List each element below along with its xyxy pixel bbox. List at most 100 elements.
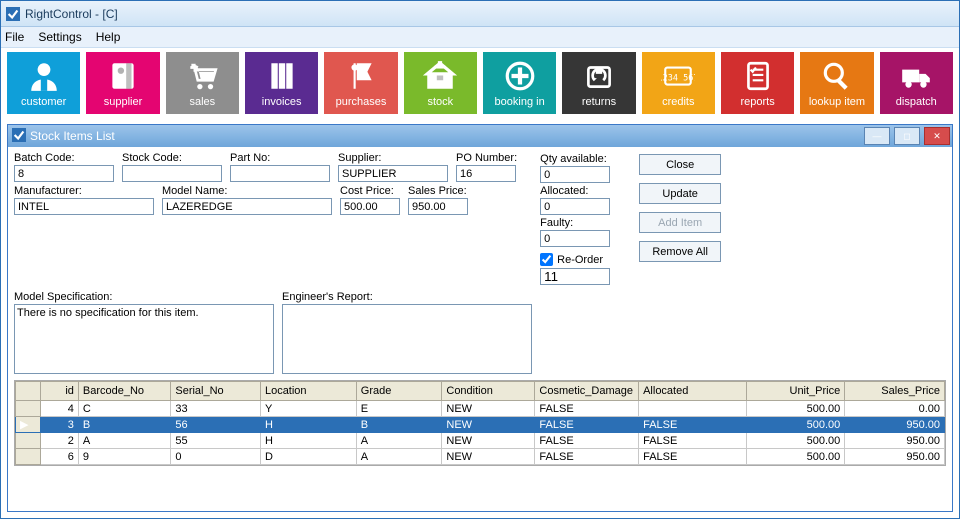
faulty-input[interactable] — [540, 230, 610, 247]
cell-Location: H — [260, 433, 356, 449]
app-icon — [6, 7, 20, 21]
cell-Serial_No: 0 — [171, 449, 261, 465]
supplier-button[interactable]: supplier — [86, 52, 159, 114]
ponum-input[interactable] — [456, 165, 516, 182]
dispatch-icon — [899, 58, 933, 94]
cell-Grade: A — [356, 433, 442, 449]
credits-button-label: credits — [662, 96, 694, 108]
engreport-label: Engineer's Report: — [282, 291, 532, 303]
returns-button[interactable]: returns — [562, 52, 635, 114]
window-title: RightControl - [C] — [25, 7, 118, 21]
table-row[interactable]: 4C33YENEWFALSE500.000.00 — [16, 401, 945, 417]
lookup-icon — [820, 58, 854, 94]
stock-table[interactable]: idBarcode_NoSerial_NoLocationGradeCondit… — [15, 381, 945, 465]
col-Grade[interactable]: Grade — [356, 382, 442, 401]
lookup-button[interactable]: lookup item — [800, 52, 873, 114]
engreport-textarea[interactable] — [282, 304, 532, 374]
customer-button[interactable]: customer — [7, 52, 80, 114]
row-handle[interactable] — [16, 449, 41, 465]
inner-window-buttons: — ◻ ✕ — [860, 127, 950, 145]
inner-title: Stock Items List — [30, 129, 115, 143]
cell-id: 4 — [40, 401, 78, 417]
allocated-input[interactable] — [540, 198, 610, 215]
cell-Location: D — [260, 449, 356, 465]
cell-Condition: NEW — [442, 433, 535, 449]
batch-input[interactable] — [14, 165, 114, 182]
menu-help[interactable]: Help — [96, 30, 121, 44]
ponum-label: PO Number: — [456, 152, 517, 164]
stock-button[interactable]: stock — [404, 52, 477, 114]
table-row[interactable]: 2A55HANEWFALSEFALSE500.00950.00 — [16, 433, 945, 449]
table-row[interactable]: ▶3B56HBNEWFALSEFALSE500.00950.00 — [16, 417, 945, 433]
app-window: RightControl - [C] File Settings Help cu… — [0, 0, 960, 519]
customer-icon — [27, 58, 61, 94]
add-item-button[interactable]: Add Item — [639, 212, 721, 233]
titlebar: RightControl - [C] — [1, 1, 959, 27]
menu-file[interactable]: File — [5, 30, 24, 44]
dispatch-button[interactable]: dispatch — [880, 52, 953, 114]
cell-Cosmetic_Damage: FALSE — [535, 417, 639, 433]
col-Serial_No[interactable]: Serial_No — [171, 382, 261, 401]
cell-Cosmetic_Damage: FALSE — [535, 401, 639, 417]
inner-titlebar: Stock Items List — ◻ ✕ — [8, 125, 952, 147]
row-header-col — [16, 382, 41, 401]
col-Cosmetic_Damage[interactable]: Cosmetic_Damage — [535, 382, 639, 401]
partno-input[interactable] — [230, 165, 330, 182]
row-handle[interactable] — [16, 401, 41, 417]
remove-all-button[interactable]: Remove All — [639, 241, 721, 262]
col-Condition[interactable]: Condition — [442, 382, 535, 401]
bookingin-button[interactable]: booking in — [483, 52, 556, 114]
reorder-checkbox[interactable] — [540, 253, 553, 266]
update-button[interactable]: Update — [639, 183, 721, 204]
credits-button[interactable]: 1234 567 credits — [642, 52, 715, 114]
close-button[interactable]: Close — [639, 154, 721, 175]
menubar: File Settings Help — [1, 27, 959, 48]
cell-id: 6 — [40, 449, 78, 465]
main-toolbar: customersuppliersalesinvoices purchases st… — [1, 48, 959, 118]
faulty-label: Faulty: — [540, 217, 610, 229]
qty-label: Qty available: — [540, 153, 610, 165]
booking-icon — [503, 58, 537, 94]
purchases-button-label: purchases — [336, 96, 387, 108]
col-Sales_Price[interactable]: Sales_Price — [845, 382, 945, 401]
supplier-input[interactable] — [338, 165, 448, 182]
row-handle[interactable] — [16, 433, 41, 449]
sales-input[interactable] — [408, 198, 468, 215]
reports-button[interactable]: reports — [721, 52, 794, 114]
svg-text:1234 567: 1234 567 — [661, 73, 695, 83]
cell-Serial_No: 56 — [171, 417, 261, 433]
batch-label: Batch Code: — [14, 152, 114, 164]
modelspec-textarea[interactable] — [14, 304, 274, 374]
menu-settings[interactable]: Settings — [38, 30, 81, 44]
col-Location[interactable]: Location — [260, 382, 356, 401]
reorder-input[interactable] — [540, 268, 610, 285]
model-input[interactable] — [162, 198, 332, 215]
cell-Unit_Price: 500.00 — [747, 433, 845, 449]
stock-input[interactable] — [122, 165, 222, 182]
col-Allocated[interactable]: Allocated — [639, 382, 747, 401]
col-Unit_Price[interactable]: Unit_Price — [747, 382, 845, 401]
qty-input[interactable] — [540, 166, 610, 183]
col-Barcode_No[interactable]: Barcode_No — [78, 382, 170, 401]
minimize-button[interactable]: — — [864, 127, 890, 145]
manufacturer-input[interactable] — [14, 198, 154, 215]
cost-input[interactable] — [340, 198, 400, 215]
col-id[interactable]: id — [40, 382, 78, 401]
form-area: Batch Code: Stock Code: Part No: Supplie… — [8, 147, 952, 374]
invoices-icon — [265, 58, 299, 94]
sales-button[interactable]: sales — [166, 52, 239, 114]
cell-Allocated: FALSE — [639, 449, 747, 465]
stock-icon — [423, 58, 457, 94]
cell-Condition: NEW — [442, 417, 535, 433]
model-label: Model Name: — [162, 185, 332, 197]
cell-Serial_No: 55 — [171, 433, 261, 449]
table-row[interactable]: 690DANEWFALSEFALSE500.00950.00 — [16, 449, 945, 465]
cell-Barcode_No: A — [78, 433, 170, 449]
cell-Allocated — [639, 401, 747, 417]
row-handle[interactable]: ▶ — [16, 417, 41, 433]
invoices-button[interactable]: invoices — [245, 52, 318, 114]
purchases-button[interactable]: purchases — [324, 52, 397, 114]
maximize-button[interactable]: ◻ — [894, 127, 920, 145]
cell-Grade: A — [356, 449, 442, 465]
close-window-button[interactable]: ✕ — [924, 127, 950, 145]
